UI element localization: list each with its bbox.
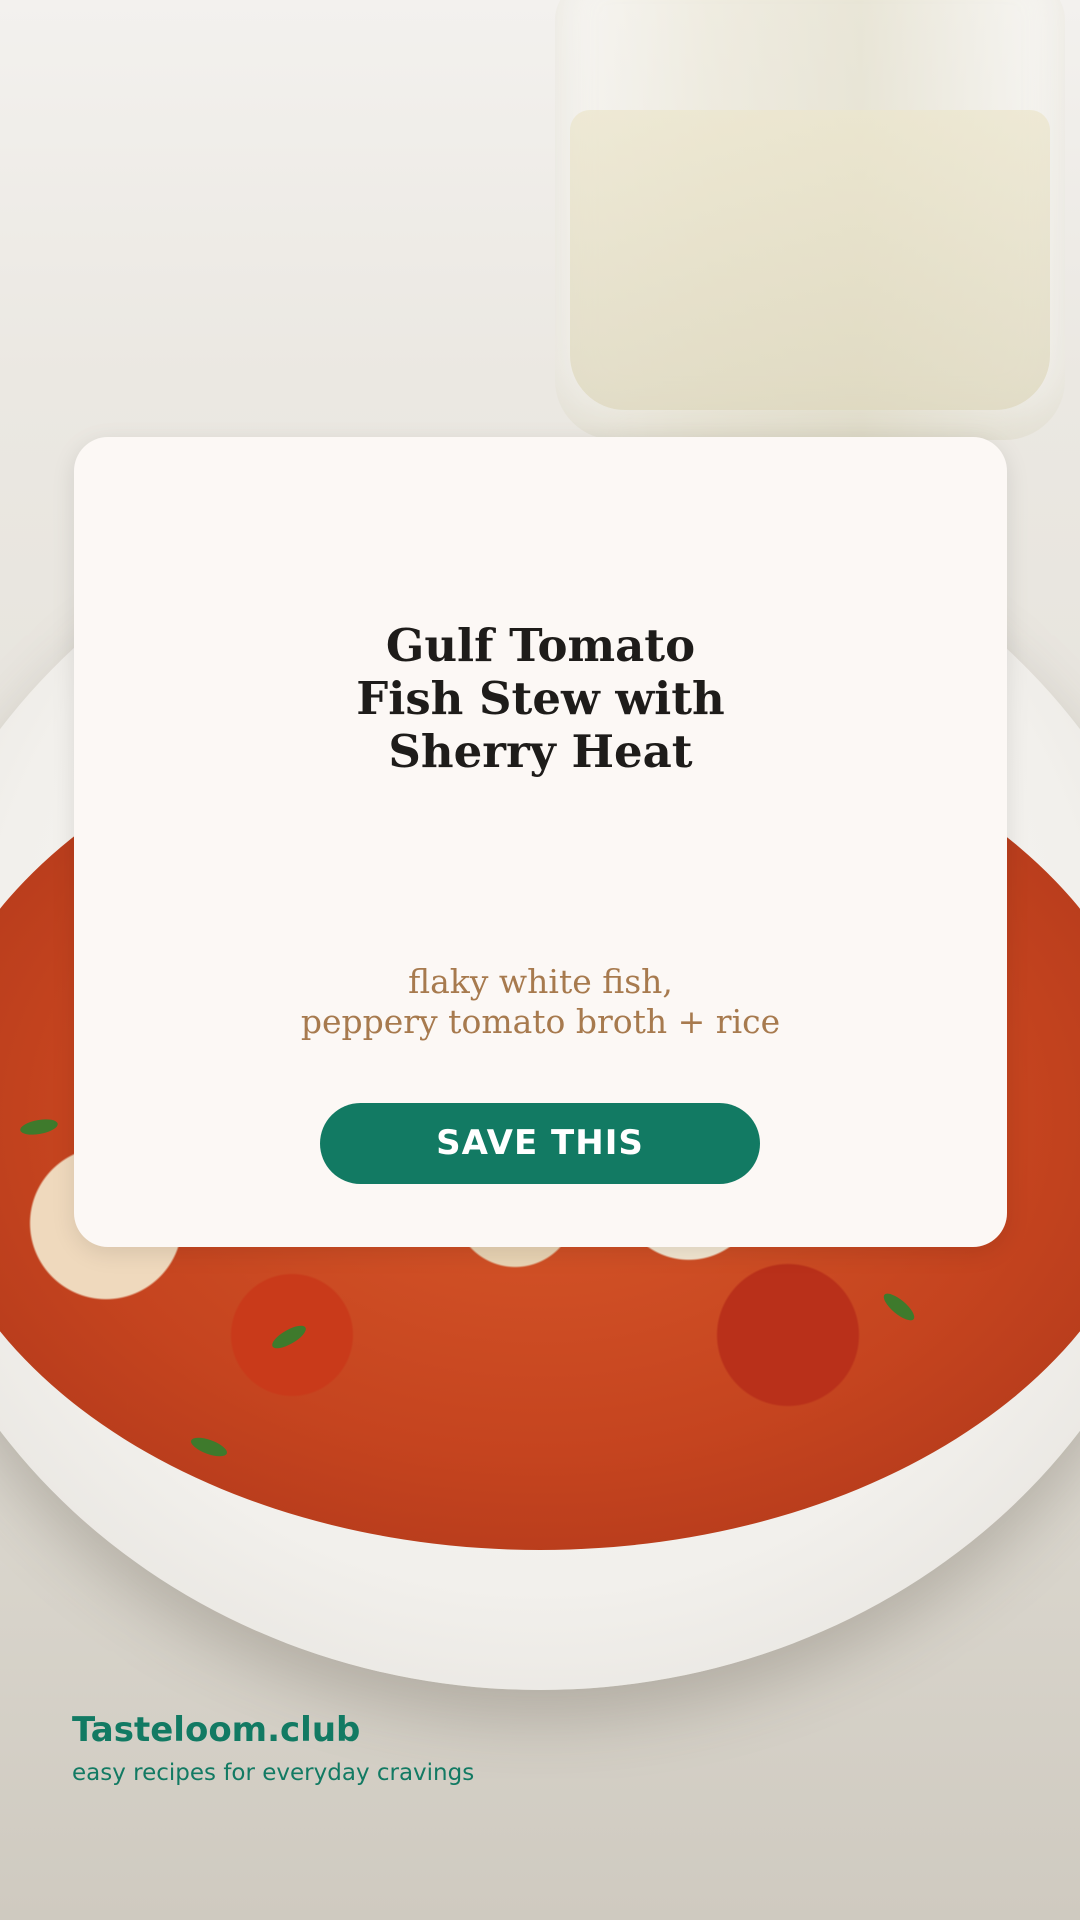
recipe-title-line: Gulf Tomato xyxy=(385,619,696,672)
recipe-title-line: Fish Stew with xyxy=(356,672,725,725)
brand-name[interactable]: Tasteloom.club xyxy=(72,1710,360,1750)
recipe-card: Gulf Tomato Fish Stew with Sherry Heat f… xyxy=(74,437,1007,1247)
recipe-title: Gulf Tomato Fish Stew with Sherry Heat xyxy=(74,619,1007,778)
save-button[interactable]: SAVE THIS xyxy=(320,1103,760,1184)
recipe-description-line: peppery tomato broth + rice xyxy=(300,1002,781,1041)
recipe-description-line: flaky white fish, xyxy=(408,962,673,1001)
recipe-description: flaky white fish, peppery tomato broth +… xyxy=(74,962,1007,1042)
recipe-title-line: Sherry Heat xyxy=(388,725,693,778)
white-wine-image xyxy=(570,110,1050,410)
brand-tagline: easy recipes for everyday cravings xyxy=(72,1760,475,1786)
